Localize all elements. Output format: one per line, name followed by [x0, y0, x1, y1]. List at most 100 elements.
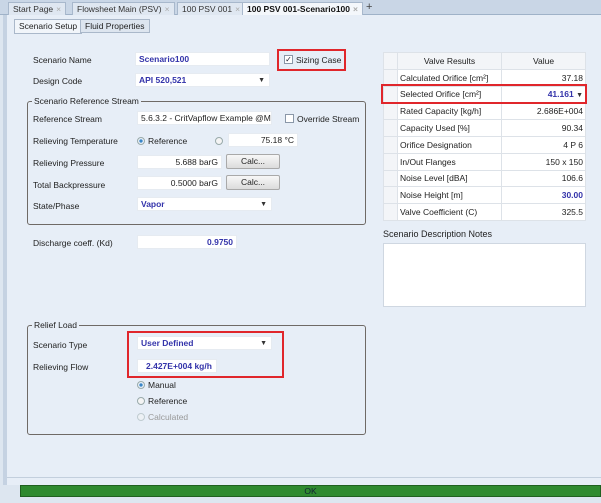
row-header	[383, 102, 398, 121]
total-backpressure-label: Total Backpressure	[33, 180, 106, 190]
result-value: 106.6	[501, 169, 586, 188]
notes-label: Scenario Description Notes	[383, 229, 493, 239]
row-header	[383, 119, 398, 137]
flow-calculated-label: Calculated	[148, 412, 189, 422]
design-code-select[interactable]: API 520,521 ▼	[135, 73, 270, 87]
tab-scenario-setup[interactable]: Scenario Setup	[14, 19, 83, 34]
column-header: Value	[501, 52, 586, 70]
group-title: Relief Load	[32, 320, 80, 330]
row-header	[383, 203, 398, 221]
temp-reference-radio[interactable]	[137, 137, 145, 145]
row-header	[383, 169, 398, 188]
flow-reference-radio[interactable]	[137, 397, 145, 405]
result-name: Noise Height [m]	[397, 186, 502, 205]
state-phase-label: State/Phase	[33, 201, 80, 211]
result-name: Orifice Designation	[397, 135, 502, 154]
selected-orifice-highlight	[381, 84, 587, 104]
row-header	[383, 152, 398, 171]
tab-flowsheet-main[interactable]: Flowsheet Main (PSV) ×	[72, 2, 175, 15]
relieving-temperature-input[interactable]: 75.18 °C	[228, 133, 298, 147]
table-row[interactable]: Rated Capacity [kg/h] 2.686E+004	[383, 102, 586, 121]
relieving-flow-label: Relieving Flow	[33, 362, 89, 372]
add-tab-icon[interactable]: +	[366, 1, 372, 13]
tab-label: 100 PSV 001	[182, 4, 233, 14]
group-title: Scenario Reference Stream	[32, 96, 141, 106]
relieving-pressure-calc-button[interactable]: Calc...	[226, 154, 280, 169]
value-text: 150 x 150	[545, 156, 583, 167]
discharge-coefficient-input[interactable]: 0.9750	[137, 235, 237, 249]
ok-status-bar[interactable]: OK	[20, 485, 601, 497]
table-row[interactable]: Noise Level [dBA] 106.6	[383, 169, 586, 188]
flow-reference-label: Reference	[148, 396, 188, 406]
result-name: Rated Capacity [kg/h]	[397, 102, 502, 121]
temp-reference-label: Reference	[148, 136, 188, 146]
valve-results-table: Valve Results Value Calculated Orifice [c…	[383, 52, 586, 221]
value-text: 2.686E+004	[536, 106, 583, 117]
result-value: 4 P 6	[501, 135, 586, 154]
result-value: 2.686E+004	[501, 102, 586, 121]
result-value: 150 x 150	[501, 152, 586, 171]
table-row[interactable]: Noise Height [m] 30.00	[383, 186, 586, 205]
chevron-down-icon: ▼	[260, 201, 267, 208]
result-value[interactable]: 30.00	[501, 186, 586, 205]
sizing-case-checkbox[interactable]: ✓	[284, 55, 293, 64]
tab-label: Flowsheet Main (PSV)	[77, 4, 162, 14]
flow-manual-radio[interactable]	[137, 381, 145, 389]
table-row[interactable]: Valve Coefficient (C) 325.5	[383, 203, 586, 221]
flow-manual-label: Manual	[148, 380, 176, 390]
backpressure-calc-button[interactable]: Calc...	[226, 175, 280, 190]
table-row[interactable]: Capacity Used [%] 90.34	[383, 119, 586, 137]
scenario-type-label: Scenario Type	[33, 340, 88, 350]
relief-load-highlight	[127, 331, 284, 378]
relieving-pressure-label: Relieving Pressure	[33, 158, 105, 168]
close-icon[interactable]: ×	[56, 4, 61, 14]
result-name: Valve Coefficient (C)	[397, 203, 502, 221]
tab-scenario100[interactable]: 100 PSV 001-Scenario100 ×	[242, 2, 363, 15]
tab-fluid-properties[interactable]: Fluid Properties	[80, 19, 150, 33]
row-header	[383, 135, 398, 154]
document-tab-bar: Start Page × Flowsheet Main (PSV) × 100 PS…	[0, 0, 601, 15]
design-code-label: Design Code	[33, 76, 83, 86]
table-row[interactable]: In/Out Flanges 150 x 150	[383, 152, 586, 171]
value-text: 325.5	[561, 207, 583, 218]
tab-start-page[interactable]: Start Page ×	[8, 2, 67, 15]
value-text: 37.18	[561, 72, 583, 83]
discharge-coefficient-label: Discharge coeff. (Kd)	[33, 238, 113, 248]
value-text: 90.34	[561, 123, 583, 134]
reference-stream-input[interactable]: 5.6.3.2 - CritVapflow Example @M:	[137, 111, 272, 125]
temp-manual-radio[interactable]	[215, 137, 223, 145]
tab-label: 100 PSV 001-Scenario100	[247, 4, 351, 14]
close-icon[interactable]: ×	[165, 4, 170, 14]
flow-calculated-radio[interactable]	[137, 413, 145, 421]
close-icon[interactable]: ×	[235, 4, 240, 14]
relieving-temperature-label: Relieving Temperature	[33, 136, 118, 146]
scenario-name-label: Scenario Name	[33, 55, 92, 65]
close-icon[interactable]: ×	[353, 4, 358, 14]
scenario-name-input[interactable]: Scenario100	[135, 52, 270, 66]
override-stream-checkbox[interactable]	[285, 114, 294, 123]
result-name: Capacity Used [%]	[397, 119, 502, 137]
row-header-corner	[383, 52, 398, 70]
tab-100-psv-001[interactable]: 100 PSV 001 ×	[177, 2, 246, 15]
sizing-case-label: Sizing Case	[296, 55, 342, 65]
reference-stream-label: Reference Stream	[33, 114, 102, 124]
scenario-notes-textarea[interactable]	[383, 243, 586, 307]
total-backpressure-input[interactable]: 0.5000 barG	[137, 176, 222, 190]
value-text: 30.00	[561, 190, 583, 201]
divider	[7, 477, 601, 478]
row-header	[383, 186, 398, 205]
result-name: In/Out Flanges	[397, 152, 502, 171]
relieving-pressure-input[interactable]: 5.688 barG	[137, 155, 222, 169]
result-value: 325.5	[501, 203, 586, 221]
value-text: 4 P 6	[563, 139, 583, 150]
state-phase-value: Vapor	[141, 199, 165, 209]
override-stream-label: Override Stream	[297, 114, 360, 124]
value-text: 106.6	[561, 173, 583, 184]
chevron-down-icon: ▼	[258, 77, 265, 84]
result-value: 90.34	[501, 119, 586, 137]
design-code-value: API 520,521	[139, 75, 187, 85]
column-header: Valve Results	[397, 52, 502, 70]
result-name: Noise Level [dBA]	[397, 169, 502, 188]
table-row[interactable]: Orifice Designation 4 P 6	[383, 135, 586, 154]
state-phase-select[interactable]: Vapor ▼	[137, 197, 272, 211]
